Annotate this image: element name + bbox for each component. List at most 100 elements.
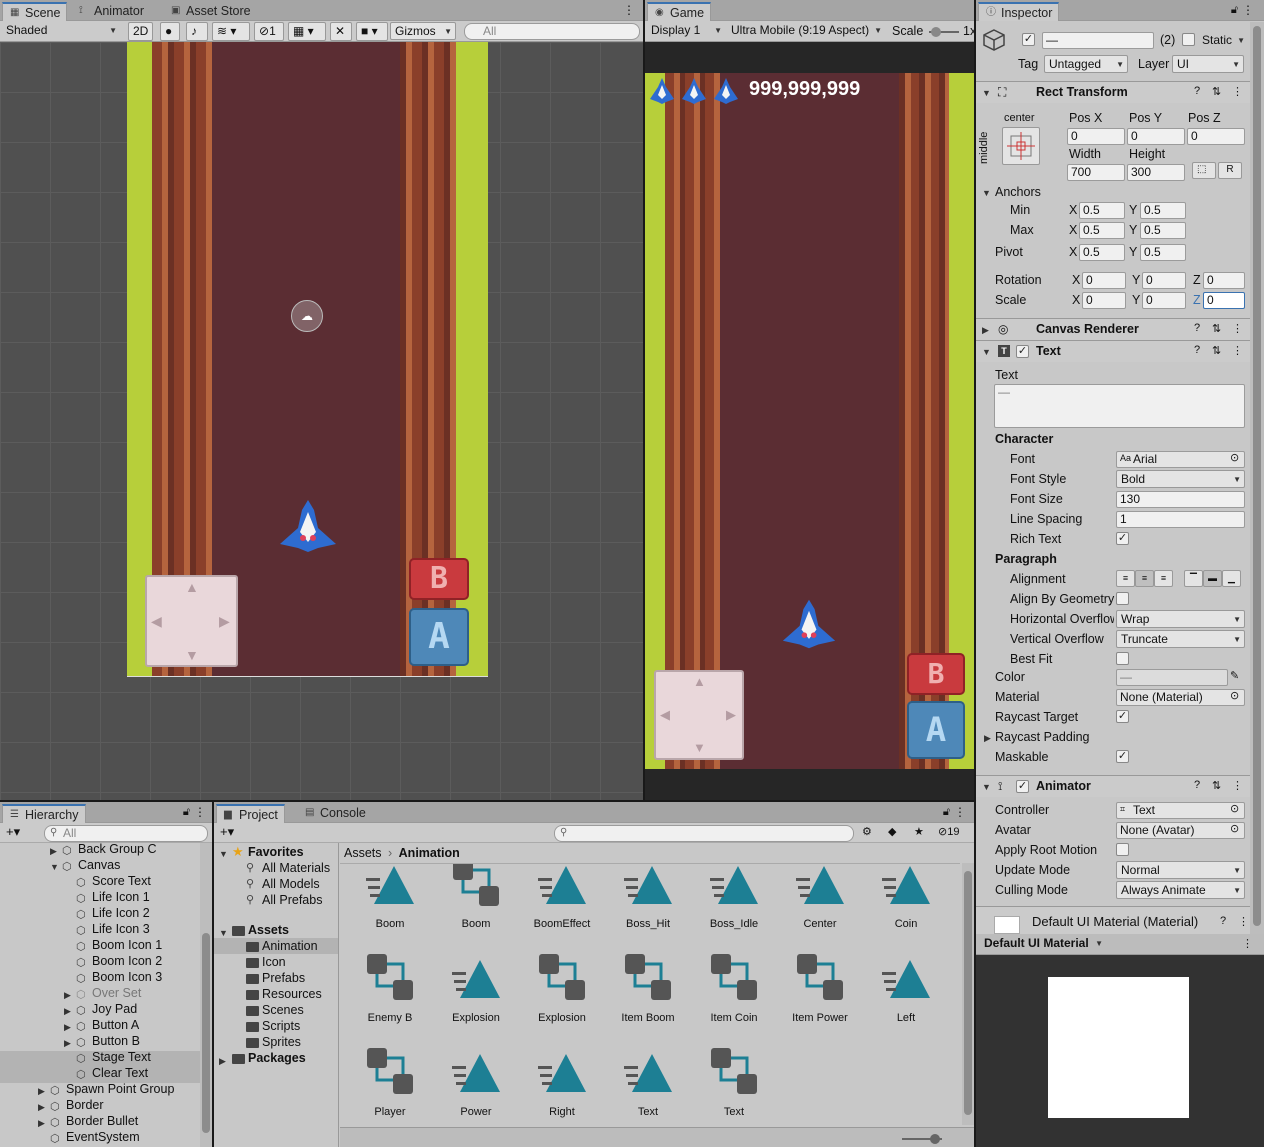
filter-label-icon[interactable]: ◆ [888,825,896,838]
maskable-checkbox[interactable]: ✓ [1116,750,1129,763]
height-field[interactable]: 300 [1127,164,1185,181]
asset-item[interactable]: Boom [350,864,430,940]
inspector-scrollbar-thumb[interactable] [1253,26,1261,926]
anchor-min-y-field[interactable]: 0.5 [1140,202,1186,219]
kebab-menu-icon[interactable]: ⋮ [1232,85,1243,98]
lighting-icon[interactable]: ● [160,22,180,41]
hierarchy-item[interactable]: Canvas [78,858,120,872]
rotation-x-field[interactable]: 0 [1082,272,1126,289]
lock-icon[interactable]: 🔓︎ [183,806,190,819]
asset-folder-item[interactable]: Resources [262,987,322,1001]
scale-x-field[interactable]: 0 [1082,292,1126,309]
add-icon[interactable]: +▾ [6,824,20,840]
help-icon[interactable]: ? [1194,779,1200,791]
text-value-area[interactable]: — [994,384,1245,428]
aspect-dropdown[interactable]: Ultra Mobile (9:19 Aspect) [727,22,885,40]
kebab-menu-icon[interactable]: ⋮ [1242,937,1253,950]
display-dropdown[interactable]: Display 1 [647,22,725,40]
hierarchy-item[interactable]: Life Icon 1 [92,890,150,904]
audio-icon[interactable]: ♪ [186,22,208,41]
align-middle-icon[interactable]: ▬ [1203,570,1222,587]
hierarchy-item[interactable]: Joy Pad [92,1002,137,1016]
update-mode-dropdown[interactable]: Normal [1116,861,1245,879]
raycast-padding-foldout-icon[interactable]: ▶ [984,733,991,744]
align-top-icon[interactable]: ▔ [1184,570,1203,587]
asset-item[interactable]: Power [436,1038,516,1125]
rotation-z-field[interactable]: 0 [1203,272,1245,289]
asset-item[interactable]: Item Boom [608,944,688,1034]
active-checkbox[interactable]: ✓ [1022,33,1035,46]
asset-item[interactable]: Boom [436,864,516,940]
tab-console[interactable]: ▤ Console [298,804,372,823]
favorite-icon[interactable]: ★ [914,825,924,838]
tools-icon[interactable]: ✕ [330,22,352,41]
raycast-target-checkbox[interactable]: ✓ [1116,710,1129,723]
kebab-menu-icon[interactable]: ⋮ [1232,344,1243,357]
foldout-icon[interactable]: ▼ [219,849,228,859]
anchor-max-x-field[interactable]: 0.5 [1079,222,1125,239]
icon-size-slider-thumb[interactable] [930,1134,940,1144]
object-picker-icon[interactable]: ⊙ [1230,451,1239,464]
asset-item[interactable]: Text [608,1038,688,1125]
hierarchy-scrollbar-thumb[interactable] [202,933,210,1133]
help-icon[interactable]: ? [1194,344,1200,356]
eyedropper-icon[interactable]: ✎ [1230,669,1239,682]
hierarchy-item[interactable]: Score Text [92,874,151,888]
preset-icon[interactable]: ⇅ [1212,322,1221,335]
rotation-y-field[interactable]: 0 [1142,272,1186,289]
tab-inspector[interactable]: ⓘ Inspector [978,2,1060,21]
width-field[interactable]: 700 [1067,164,1125,181]
effects-icon[interactable]: ≋ ▾ [212,22,250,41]
pos-y-field[interactable]: 0 [1127,128,1185,145]
asset-item[interactable]: Text [694,1038,774,1125]
hierarchy-item[interactable]: EventSystem [66,1130,140,1144]
hierarchy-item[interactable]: Life Icon 2 [92,906,150,920]
hierarchy-scrollbar[interactable] [200,843,212,1147]
hierarchy-item[interactable]: Button B [92,1034,140,1048]
foldout-icon[interactable]: ▶ [50,846,57,857]
packages-folder[interactable]: Packages [248,1051,306,1065]
camera-icon[interactable]: ■ ▾ [356,22,388,41]
shading-dropdown[interactable]: Shaded [2,22,120,40]
align-center-icon[interactable]: ≡ [1135,570,1154,587]
preset-icon[interactable]: ⇅ [1212,85,1221,98]
hierarchy-item[interactable]: Life Icon 3 [92,922,150,936]
preset-icon[interactable]: ⇅ [1212,344,1221,357]
layer-dropdown[interactable]: UI [1172,55,1244,73]
static-dropdown[interactable]: Static [1198,32,1248,50]
fav-all-prefabs[interactable]: All Prefabs [262,893,322,907]
kebab-menu-icon[interactable]: ⋮ [194,805,206,819]
anchor-min-x-field[interactable]: 0.5 [1079,202,1125,219]
foldout-icon[interactable]: ▶ [64,1038,71,1049]
anchors-foldout-icon[interactable]: ▼ [982,188,991,198]
gizmos-dropdown[interactable]: Gizmos [390,22,456,40]
kebab-menu-icon[interactable]: ⋮ [623,3,635,17]
kebab-menu-icon[interactable]: ⋮ [1232,779,1243,792]
align-left-icon[interactable]: ≡ [1116,570,1135,587]
asset-folder-item[interactable]: Animation [262,939,318,953]
hierarchy-item[interactable]: Button A [92,1018,139,1032]
filter-type-icon[interactable]: ⚙ [862,825,872,838]
pos-x-field[interactable]: 0 [1067,128,1125,145]
assets-folder[interactable]: Assets [248,923,289,937]
anchor-preset-button[interactable] [1002,127,1040,165]
text-enabled-checkbox[interactable]: ✓ [1016,345,1029,358]
anchor-max-y-field[interactable]: 0.5 [1140,222,1186,239]
asset-item[interactable]: Boss_Idle [694,864,774,940]
foldout-icon[interactable]: ▶ [64,1006,71,1017]
visibility-icon[interactable]: ⊘1 [254,22,284,41]
kebab-menu-icon[interactable]: ⋮ [954,805,966,819]
canvas-renderer-header[interactable]: ▶ ◎ Canvas Renderer ? ⇅ ⋮ [976,318,1250,340]
asset-item[interactable]: Enemy B [350,944,430,1034]
object-picker-icon[interactable]: ⊙ [1230,802,1239,815]
rich-text-checkbox[interactable]: ✓ [1116,532,1129,545]
apply-root-motion-checkbox[interactable] [1116,843,1129,856]
preset-icon[interactable]: ⇅ [1212,779,1221,792]
scale-slider-thumb[interactable] [931,27,941,37]
asset-folder-item[interactable]: Icon [262,955,286,969]
asset-item[interactable]: Boss_Hit [608,864,688,940]
scale-z-field[interactable]: 0 [1203,292,1245,309]
help-icon[interactable]: ? [1220,915,1226,927]
hierarchy-item[interactable]: Stage Text [92,1050,151,1064]
grid-snap-icon[interactable]: ▦ ▾ [288,22,326,41]
